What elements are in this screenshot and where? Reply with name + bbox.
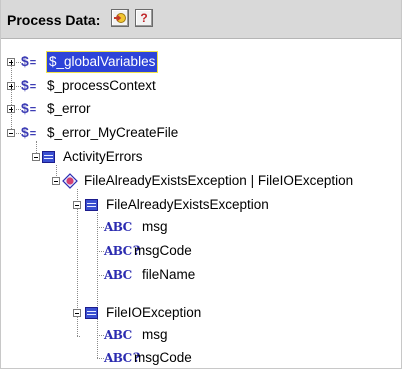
help-button[interactable]: ? (135, 9, 153, 27)
string-type-icon: ABC (104, 328, 132, 342)
collapse-toggle-file-already-exists[interactable] (73, 201, 81, 209)
struct-icon (85, 199, 98, 211)
panel-header: Process Data: ? (1, 0, 401, 39)
dollar-variable-icon: $ = (21, 124, 37, 140)
tree-leaf-msg[interactable]: ABC msg (104, 217, 168, 237)
tree-node-error[interactable]: $ = $_error (21, 99, 91, 119)
collapse-toggle-error-mycreatefile[interactable] (7, 129, 15, 137)
tree-node-global-variables[interactable]: $ = $_globalVariables (21, 51, 159, 73)
tree-node-error-mycreatefile[interactable]: $ = $_error_MyCreateFile (21, 123, 178, 143)
tree-node-label: msg (142, 219, 168, 234)
tree-node-process-context[interactable]: $ = $_processContext (21, 76, 156, 96)
string-type-icon: ABC (104, 220, 132, 234)
expand-toggle-global[interactable] (7, 58, 15, 66)
optional-string-type-icon: ABC? (104, 350, 140, 366)
tree-leaf-msg[interactable]: ABC msg (104, 325, 168, 345)
string-type-icon: ABC (104, 268, 132, 282)
tree-node-label: $_processContext (47, 78, 156, 93)
tree-node-label: FileAlreadyExistsException (106, 197, 269, 212)
tree-leaf-msgcode[interactable]: ABC? msgCode (104, 348, 192, 368)
tree-node-choice[interactable]: FileAlreadyExistsException | FileIOExcep… (62, 171, 353, 191)
collapse-toggle-choice[interactable] (52, 177, 60, 185)
choice-icon (62, 173, 78, 189)
struct-icon (85, 307, 98, 319)
tree-node-label: FileIOException (106, 305, 202, 320)
tree-node-label: ActivityErrors (63, 149, 143, 164)
tree-node-label: msg (142, 327, 168, 342)
tree-node-label: msgCode (134, 243, 192, 258)
tree-node-label: fileName (142, 267, 196, 282)
collapse-toggle-file-io[interactable] (73, 309, 81, 317)
expand-toggle-process-context[interactable] (7, 82, 15, 90)
tree-node-label: $_globalVariables (45, 51, 159, 73)
struct-icon (42, 151, 55, 163)
tree-node-activity-errors[interactable]: ActivityErrors (42, 147, 143, 167)
tree-leaf-msgcode[interactable]: ABC? msgCode (104, 241, 192, 261)
tree-node-file-io[interactable]: FileIOException (85, 303, 201, 323)
map-button[interactable] (111, 9, 129, 27)
collapse-toggle-activity-errors[interactable] (32, 153, 40, 161)
tree-node-label: msgCode (134, 350, 192, 365)
dollar-variable-icon: $ = (21, 77, 37, 93)
tree-node-file-already-exists[interactable]: FileAlreadyExistsException (85, 195, 269, 215)
panel-title: Process Data: (7, 12, 101, 28)
process-data-tree: $ = $_globalVariables $ = $_processContext… (1, 38, 401, 368)
optional-string-type-icon: ABC? (104, 243, 140, 259)
dollar-variable-icon: $ = (21, 100, 37, 116)
tree-node-label: $_error_MyCreateFile (47, 125, 179, 140)
expand-toggle-error[interactable] (7, 105, 15, 113)
help-icon: ? (140, 11, 148, 25)
tree-leaf-filename[interactable]: ABC fileName (104, 265, 195, 285)
dollar-variable-icon: $ = (21, 53, 37, 69)
tree-node-label: $_error (47, 101, 91, 116)
tree-node-label: FileAlreadyExistsException | FileIOExcep… (84, 173, 354, 188)
process-data-panel: Process Data: ? $ = $_globalVariables $ = (0, 0, 402, 369)
map-icon (114, 13, 126, 23)
